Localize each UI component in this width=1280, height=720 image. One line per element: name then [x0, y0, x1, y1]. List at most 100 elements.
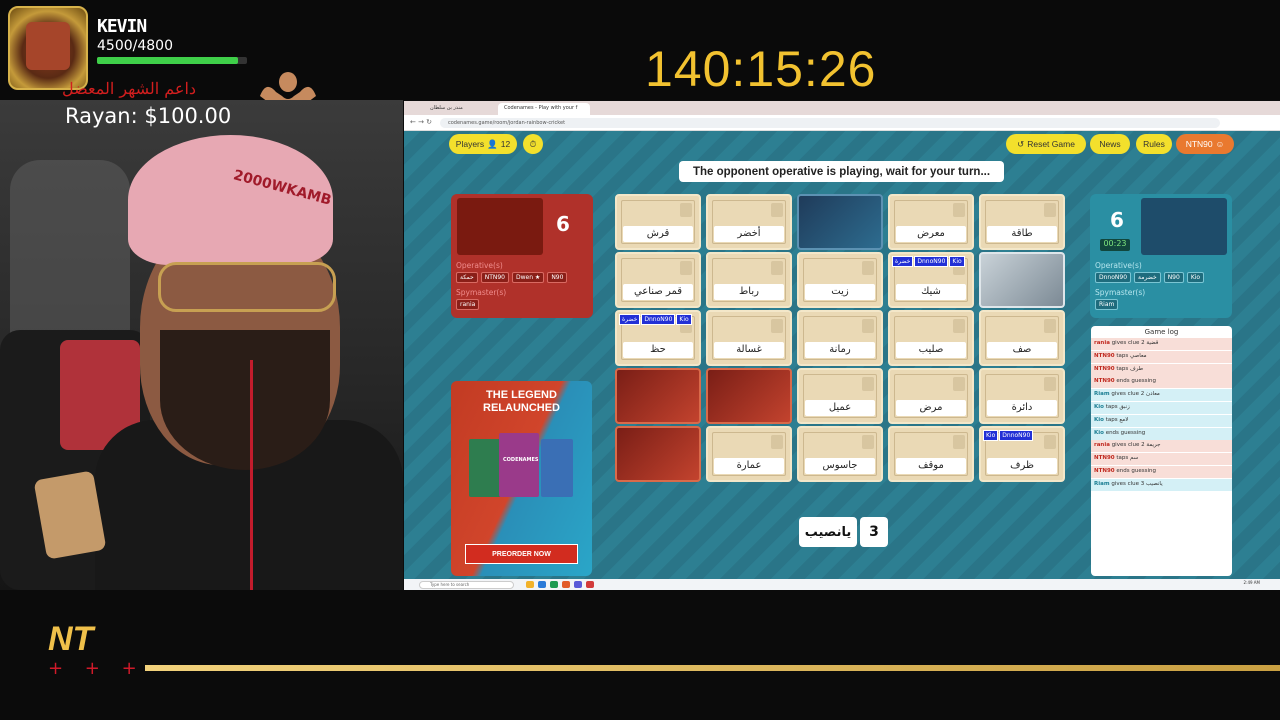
stream-overlay-bottom: NT + + + [0, 590, 1280, 720]
card-person-icon [953, 203, 965, 217]
red-operative-chip: Dwen ★ [512, 272, 545, 283]
vote-tag: Kio [949, 256, 965, 267]
blue-remaining-count: 6 [1110, 208, 1124, 232]
timer-button[interactable]: ⏱ [523, 134, 543, 154]
product-name: CODENAMES [503, 457, 539, 463]
red-operatives-label: Operative(s) [456, 261, 503, 270]
card-word: ظرف [987, 458, 1057, 474]
reset-icon: ↺ [1017, 138, 1025, 149]
revealed-agent-card [706, 368, 792, 424]
card-word: رمانة [805, 342, 875, 358]
card-word: صف [987, 342, 1057, 358]
blue-operatives-label: Operative(s) [1095, 261, 1142, 270]
word-card[interactable]: دائرة [979, 368, 1065, 424]
nt-logo-text: NT [48, 620, 94, 658]
players-label: Players [455, 139, 485, 149]
reset-game-button[interactable]: ↺ Reset Game [1006, 134, 1086, 154]
card-word: حظ [623, 342, 693, 358]
red-spymaster-chip: rania [456, 299, 480, 310]
word-card[interactable]: طاقة [979, 194, 1065, 250]
card-vote-tags: Kio DnnoN90 [983, 430, 1034, 441]
blue-spymaster-chip: Riam [1095, 299, 1119, 310]
gold-divider [145, 665, 1280, 671]
log-player: NTN90 [1094, 352, 1115, 359]
log-detail: معاصي [1130, 352, 1147, 359]
card-word: رباط [714, 284, 784, 300]
supporter-banner: داعم الشهر المعضل [62, 79, 197, 98]
vote-tag: DnnoN90 [641, 314, 676, 325]
card-vote-tags: خضرة DnnoN90 Kio [892, 256, 965, 267]
taskbar-search[interactable]: Type here to search [419, 581, 514, 589]
stopwatch-icon: ⏱ [529, 138, 537, 149]
app-icon[interactable] [586, 581, 594, 588]
word-card[interactable]: قرش [615, 194, 701, 250]
account-label: NTN90 [1185, 139, 1213, 149]
word-card[interactable]: عميل [797, 368, 883, 424]
app-icon[interactable] [562, 581, 570, 588]
log-entry: NTN90 taps سم [1091, 453, 1232, 466]
log-player: Kio [1094, 429, 1104, 436]
log-action: taps [1105, 404, 1118, 410]
word-card[interactable]: ظرف Kio DnnoN90 [979, 426, 1065, 482]
blue-spy-portrait [1141, 198, 1227, 255]
log-entry: Riam gives clue يانصيب 3 [1091, 478, 1232, 491]
word-card[interactable]: مرض [888, 368, 974, 424]
app-icon[interactable] [574, 581, 582, 588]
preorder-button[interactable]: PREORDER NOW [465, 544, 578, 564]
edge-icon[interactable] [538, 581, 546, 588]
nav-buttons[interactable]: ← → ↻ [410, 118, 432, 126]
card-word: معرض [896, 226, 966, 242]
account-button[interactable]: NTN90 ☺ [1176, 134, 1234, 154]
task-view-icon[interactable] [526, 581, 534, 588]
word-card[interactable]: رباط [706, 252, 792, 308]
card-word: جاسوس [805, 458, 875, 474]
card-word: دائرة [987, 400, 1057, 416]
card-person-icon [862, 319, 874, 333]
log-detail: يانصيب 3 [1140, 480, 1163, 487]
word-card[interactable]: زيت [797, 252, 883, 308]
word-card[interactable]: قمر صناعي [615, 252, 701, 308]
card-person-icon [680, 203, 692, 217]
chrome-icon[interactable] [550, 581, 558, 588]
log-detail: قضية 2 [1141, 340, 1159, 346]
word-card[interactable]: شيك خضرة DnnoN90 Kio [888, 252, 974, 308]
card-person-icon [1044, 435, 1056, 449]
word-card[interactable]: حظ خضرة DnnoN90 Kio [615, 310, 701, 366]
word-card[interactable]: صف [979, 310, 1065, 366]
players-button[interactable]: Players 👤 12 [449, 134, 517, 154]
word-card[interactable]: رمانة [797, 310, 883, 366]
game-log-title: Game log [1144, 328, 1179, 336]
red-operative-chip: حمكة [456, 272, 478, 283]
vote-tag: خضرة [892, 256, 914, 267]
word-card[interactable]: موقف [888, 426, 974, 482]
word-card[interactable]: أخضر [706, 194, 792, 250]
log-action: taps [1116, 365, 1129, 372]
log-entry: NTN90 ends guessing [1091, 376, 1232, 389]
news-button[interactable]: News [1090, 134, 1130, 154]
log-action: taps [1116, 352, 1129, 359]
revealed-agent-card [615, 368, 701, 424]
url-field[interactable]: codenames.game/room/jordan-rainbow-crick… [440, 118, 1220, 128]
log-entry: Kio ends guessing [1091, 427, 1232, 440]
preorder-ad[interactable]: THE LEGEND RELAUNCHED CODENAMES PREORDER… [451, 381, 592, 576]
blue-operative-chip: DnnoN90 [1095, 272, 1132, 283]
word-card[interactable]: جاسوس [797, 426, 883, 482]
card-word: قمر صناعي [623, 284, 693, 300]
word-card[interactable]: معرض [888, 194, 974, 250]
card-word: مرض [896, 400, 966, 416]
browser-tab-active[interactable]: Codenames - Play with your f [498, 103, 590, 115]
word-card[interactable]: عمارة [706, 426, 792, 482]
log-detail: جريمة 2 [1141, 442, 1161, 449]
user-icon: ☺ [1215, 139, 1225, 149]
headphone-cord [250, 360, 253, 590]
card-word: عميل [805, 400, 875, 416]
word-card[interactable]: صليب [888, 310, 974, 366]
card-person-icon [680, 261, 692, 275]
card-person-icon [953, 319, 965, 333]
log-detail: طرف [1130, 365, 1144, 372]
log-player: Riam [1094, 391, 1110, 398]
log-entry: NTN90 taps طرف [1091, 363, 1232, 376]
word-card[interactable]: غسالة [706, 310, 792, 366]
blue-spymaster-label: Spymaster(s) [1095, 288, 1146, 297]
rules-button[interactable]: Rules [1136, 134, 1172, 154]
